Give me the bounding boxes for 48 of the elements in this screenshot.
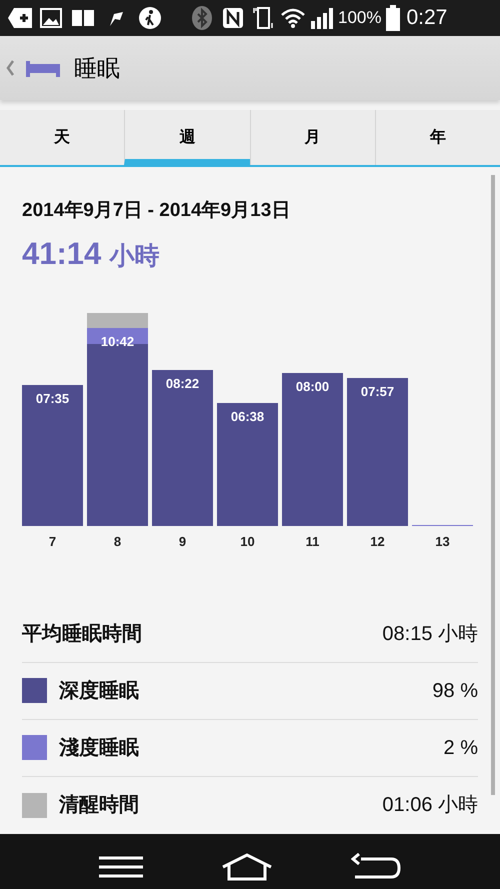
walking-icon: [138, 6, 162, 30]
tab[interactable]: 天: [0, 110, 124, 165]
bluetooth-icon: [192, 6, 212, 30]
book-icon: [72, 9, 94, 27]
vibrate-icon: [252, 6, 274, 30]
add-icon: [8, 8, 32, 28]
axis-label: 13: [435, 534, 450, 548]
axis-label: 12: [370, 534, 385, 548]
empty-bar-line: [412, 524, 473, 526]
axis-label: 9: [178, 534, 186, 548]
bar-value-label: 06:38: [230, 408, 264, 424]
stat-label: 淺度睡眠: [59, 736, 140, 760]
scrollbar[interactable]: [491, 175, 495, 795]
bar-value-label: 07:57: [360, 384, 394, 398]
stat-label: 深度睡眠: [59, 678, 140, 704]
tab[interactable]: 年: [374, 110, 500, 165]
stat-label: 平均睡眠時間: [22, 622, 143, 646]
total-unit: 小時: [109, 241, 160, 272]
tab[interactable]: 月: [250, 110, 375, 165]
menu-icon[interactable]: [99, 856, 143, 878]
stat-label: 清醒時間: [59, 793, 140, 818]
total-hours: 41:14: [22, 235, 102, 273]
back-icon[interactable]: [351, 853, 401, 881]
image-icon: [40, 8, 62, 28]
flag-icon: [108, 10, 124, 26]
axis-label: 8: [114, 534, 122, 548]
signal-icon: [310, 7, 334, 29]
bar-value-label: 08:22: [166, 376, 200, 390]
axis-label: 10: [240, 534, 255, 548]
bed-icon: [26, 59, 60, 77]
home-icon[interactable]: [221, 853, 273, 881]
axis-label: 11: [306, 534, 320, 548]
stat-value: 2 %: [444, 736, 478, 760]
stat-value: 01:06 小時: [382, 793, 478, 818]
bar-value-label: 07:35: [36, 390, 70, 406]
nfc-icon: [222, 7, 244, 29]
battery-icon: [386, 5, 400, 31]
back-chevron-icon[interactable]: [5, 59, 15, 77]
stat-value: 08:15 小時: [382, 622, 478, 646]
header-title: 睡眠: [74, 54, 120, 83]
stat-value: 98 %: [432, 678, 478, 704]
axis-label: 7: [48, 534, 56, 548]
clock: 0:27: [406, 5, 448, 32]
battery-percent: 100%: [338, 7, 382, 30]
bar-value-label: 10:42: [100, 334, 134, 348]
date-range: 2014年9月7日 - 2014年9月13日: [22, 199, 292, 223]
bar-value-label: 08:00: [296, 378, 330, 394]
wifi-icon: [280, 7, 306, 29]
